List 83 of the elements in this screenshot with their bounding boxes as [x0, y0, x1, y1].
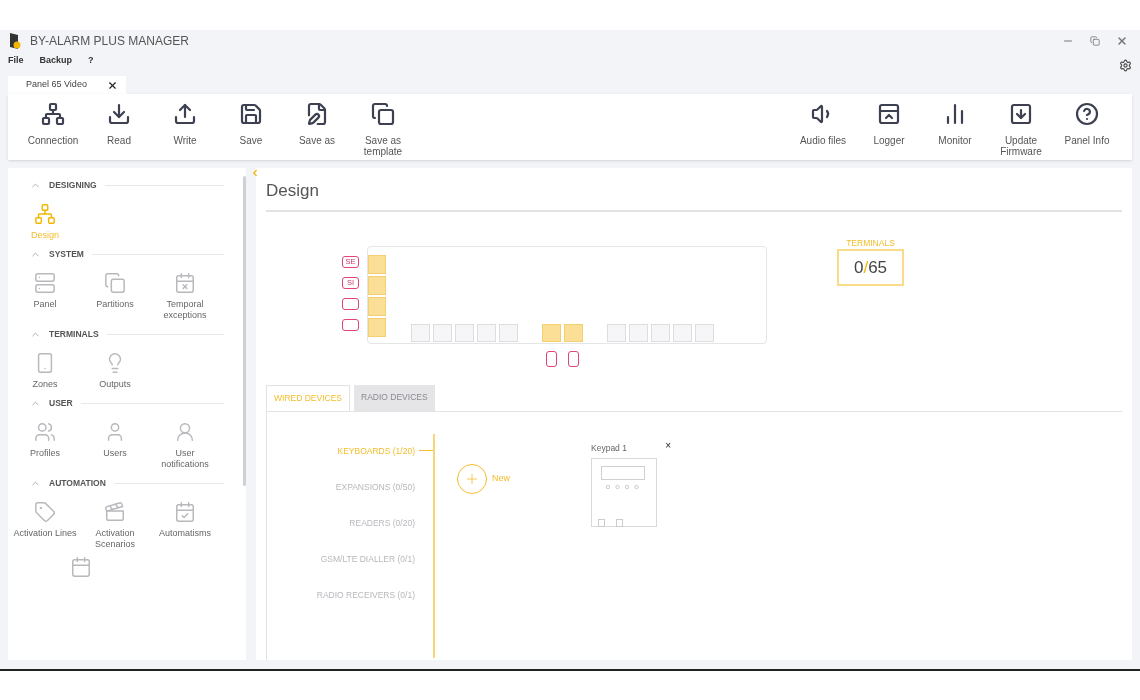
terminal-slot[interactable] — [433, 323, 452, 342]
connector — [546, 350, 557, 367]
terminal-slot[interactable] — [542, 323, 561, 342]
sitemap-icon — [34, 203, 56, 225]
calendar-check-icon — [174, 501, 196, 523]
terminal-slot[interactable] — [629, 323, 648, 342]
section-heading: DESIGNING — [49, 179, 97, 192]
toolbar-button[interactable]: Save as template — [350, 94, 416, 157]
connection-icon — [41, 102, 65, 126]
remove-device-button[interactable]: × — [665, 441, 671, 452]
calendar-x-icon — [174, 272, 196, 294]
download-icon — [107, 102, 131, 126]
menu-item[interactable]: Backup — [39, 54, 73, 68]
toolbar-button[interactable]: Panel Info — [1054, 94, 1120, 146]
save-as-icon — [305, 102, 329, 126]
section-heading: USER — [49, 397, 73, 410]
sidebar-item[interactable]: Panel — [10, 272, 80, 321]
keypad-drawing[interactable] — [591, 458, 657, 528]
terminal-slot[interactable] — [411, 323, 430, 342]
sidebar-item[interactable]: Outputs — [80, 352, 150, 390]
window-icon — [877, 102, 901, 126]
terminal-slot[interactable] — [564, 323, 583, 342]
toolbar-button[interactable]: Connection — [20, 94, 86, 146]
close-icon[interactable] — [1116, 35, 1128, 47]
toolbar-button[interactable]: Monitor — [922, 94, 988, 146]
connector — [568, 350, 579, 367]
menu-item[interactable]: ? — [88, 54, 94, 68]
help-icon — [1075, 102, 1099, 126]
section-heading: AUTOMATION — [49, 477, 106, 490]
terminal-slot[interactable] — [455, 323, 474, 342]
toolbar-button[interactable]: Save as — [284, 94, 350, 146]
scrollbar[interactable] — [243, 176, 246, 486]
terminals-counter: 0/65 — [837, 249, 904, 287]
calendar-icon — [70, 556, 92, 578]
terminal-slot[interactable] — [477, 323, 496, 342]
terminal-slot[interactable] — [368, 317, 386, 337]
port-label — [342, 297, 359, 310]
sidebar-item[interactable]: Activation Lines — [10, 501, 80, 550]
terminal-slot[interactable] — [673, 323, 692, 342]
device-name: Keypad 1 — [591, 441, 627, 455]
app-logo-icon — [8, 32, 22, 50]
tag-icon — [34, 501, 56, 523]
terminal-slot[interactable] — [368, 296, 386, 316]
sidebar-item[interactable]: Zones — [10, 352, 80, 390]
terminal-slot[interactable] — [607, 323, 626, 342]
terminal-slot[interactable] — [368, 275, 386, 295]
upload-icon — [173, 102, 197, 126]
settings-icon[interactable] — [1119, 58, 1132, 72]
sidebar-item[interactable]: Users — [80, 421, 150, 470]
sidebar-item[interactable]: Partitions — [80, 272, 150, 321]
menu-item[interactable]: File — [8, 54, 24, 68]
clapperboard-icon — [104, 501, 126, 523]
port-label — [342, 318, 359, 331]
download-box-icon — [1009, 102, 1033, 126]
toolbar-button[interactable]: Read — [86, 94, 152, 146]
toolbar-button[interactable]: Audio files — [790, 94, 856, 146]
terminal-slot[interactable] — [695, 323, 714, 342]
page-title: Design — [266, 181, 319, 200]
save-icon — [239, 102, 263, 126]
users-icon — [34, 421, 56, 443]
server-icon — [34, 272, 56, 294]
terminal-slot[interactable] — [499, 323, 518, 342]
sidebar-item[interactable]: User notifications — [150, 421, 220, 470]
section-heading: TERMINALS — [49, 328, 99, 341]
toolbar-button[interactable]: Save — [218, 94, 284, 146]
terminals-label: TERMINALS — [846, 236, 895, 250]
copy-icon — [371, 102, 395, 126]
toolbar-button[interactable]: Update Firmware — [988, 94, 1054, 157]
terminal-slot[interactable] — [651, 323, 670, 342]
sidebar-item[interactable]: Temporal exceptions — [150, 272, 220, 321]
toolbar-button[interactable]: Write — [152, 94, 218, 146]
restore-icon[interactable] — [1090, 36, 1100, 46]
toolbar-button[interactable]: Logger — [856, 94, 922, 146]
sidebar-item[interactable]: Activation Scenarios — [80, 501, 150, 550]
close-tab-icon[interactable] — [107, 79, 118, 91]
document-tab[interactable]: Panel 65 Video — [8, 76, 126, 94]
section-heading: SYSTEM — [49, 248, 84, 261]
sidebar-item[interactable]: Automatisms — [150, 501, 220, 550]
squares-icon — [104, 272, 126, 294]
sidebar-item[interactable]: Profiles — [10, 421, 80, 470]
collapse-icon[interactable] — [250, 168, 260, 178]
window-title: BY-ALARM PLUS MANAGER — [30, 33, 189, 50]
terminal-slot[interactable] — [368, 254, 386, 274]
